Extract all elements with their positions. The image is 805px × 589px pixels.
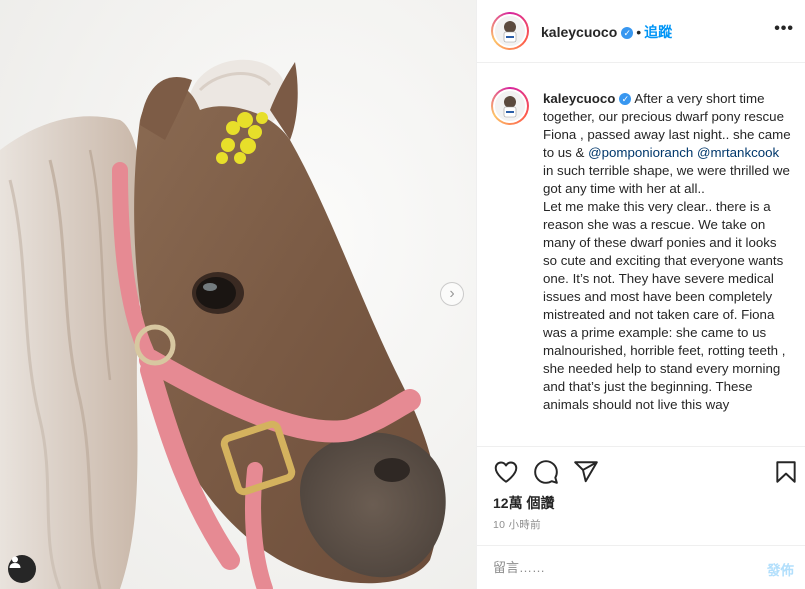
avatar[interactable] xyxy=(491,12,529,50)
next-photo-button[interactable]: › xyxy=(440,282,464,306)
caption-text-3: Let me make this very clear.. there is a… xyxy=(543,199,786,412)
user-tags-button[interactable] xyxy=(8,555,36,583)
username[interactable]: kaleycuoco xyxy=(541,24,617,40)
separator: • xyxy=(636,24,642,40)
post-photo[interactable]: › xyxy=(0,0,476,589)
post-comment-button[interactable]: 發佈 xyxy=(767,559,794,579)
verified-badge-icon: ✓ xyxy=(621,27,634,39)
instagram-post: › kaleycuoco ✓ • 追蹤 ••• kaleycuoco ✓ Aft… xyxy=(0,0,805,589)
mention-link[interactable]: @mrtankcook xyxy=(697,145,779,160)
user-tag-icon xyxy=(9,556,21,568)
post-timestamp[interactable]: 10 小時前 xyxy=(493,517,541,532)
follow-button[interactable]: 追蹤 xyxy=(644,24,672,40)
heart-icon[interactable] xyxy=(493,459,519,485)
verified-badge-icon: ✓ xyxy=(619,93,632,105)
post-actions: 12萬 個讚 10 小時前 xyxy=(477,446,805,540)
comment-icon[interactable] xyxy=(533,459,559,485)
mention-link[interactable]: @pomponioranch xyxy=(588,145,693,160)
more-horizontal-icon[interactable]: ••• xyxy=(774,20,794,38)
post-caption: kaleycuoco ✓ After a very short time toge… xyxy=(543,90,793,414)
header-user-line: kaleycuoco ✓ • 追蹤 xyxy=(541,22,672,42)
post-header: kaleycuoco ✓ • 追蹤 ••• xyxy=(477,0,805,63)
share-icon[interactable] xyxy=(573,459,599,485)
caption-avatar[interactable] xyxy=(491,87,529,125)
like-count[interactable]: 12萬 個讚 xyxy=(493,493,554,513)
caption-text-2: in such terrible shape, we were thrilled… xyxy=(543,163,790,196)
chevron-right-icon: › xyxy=(449,285,455,302)
caption-username[interactable]: kaleycuoco xyxy=(543,91,615,106)
comment-input[interactable] xyxy=(493,556,743,578)
post-side-panel: kaleycuoco ✓ • 追蹤 ••• kaleycuoco ✓ After… xyxy=(476,0,805,589)
avatar-image xyxy=(495,16,525,46)
bookmark-icon[interactable] xyxy=(773,459,799,485)
avatar-image xyxy=(495,91,525,121)
comment-bar: 發佈 xyxy=(477,545,805,589)
caption-scroll-area[interactable]: kaleycuoco ✓ After a very short time toge… xyxy=(477,63,805,446)
pony-photo xyxy=(0,0,476,589)
